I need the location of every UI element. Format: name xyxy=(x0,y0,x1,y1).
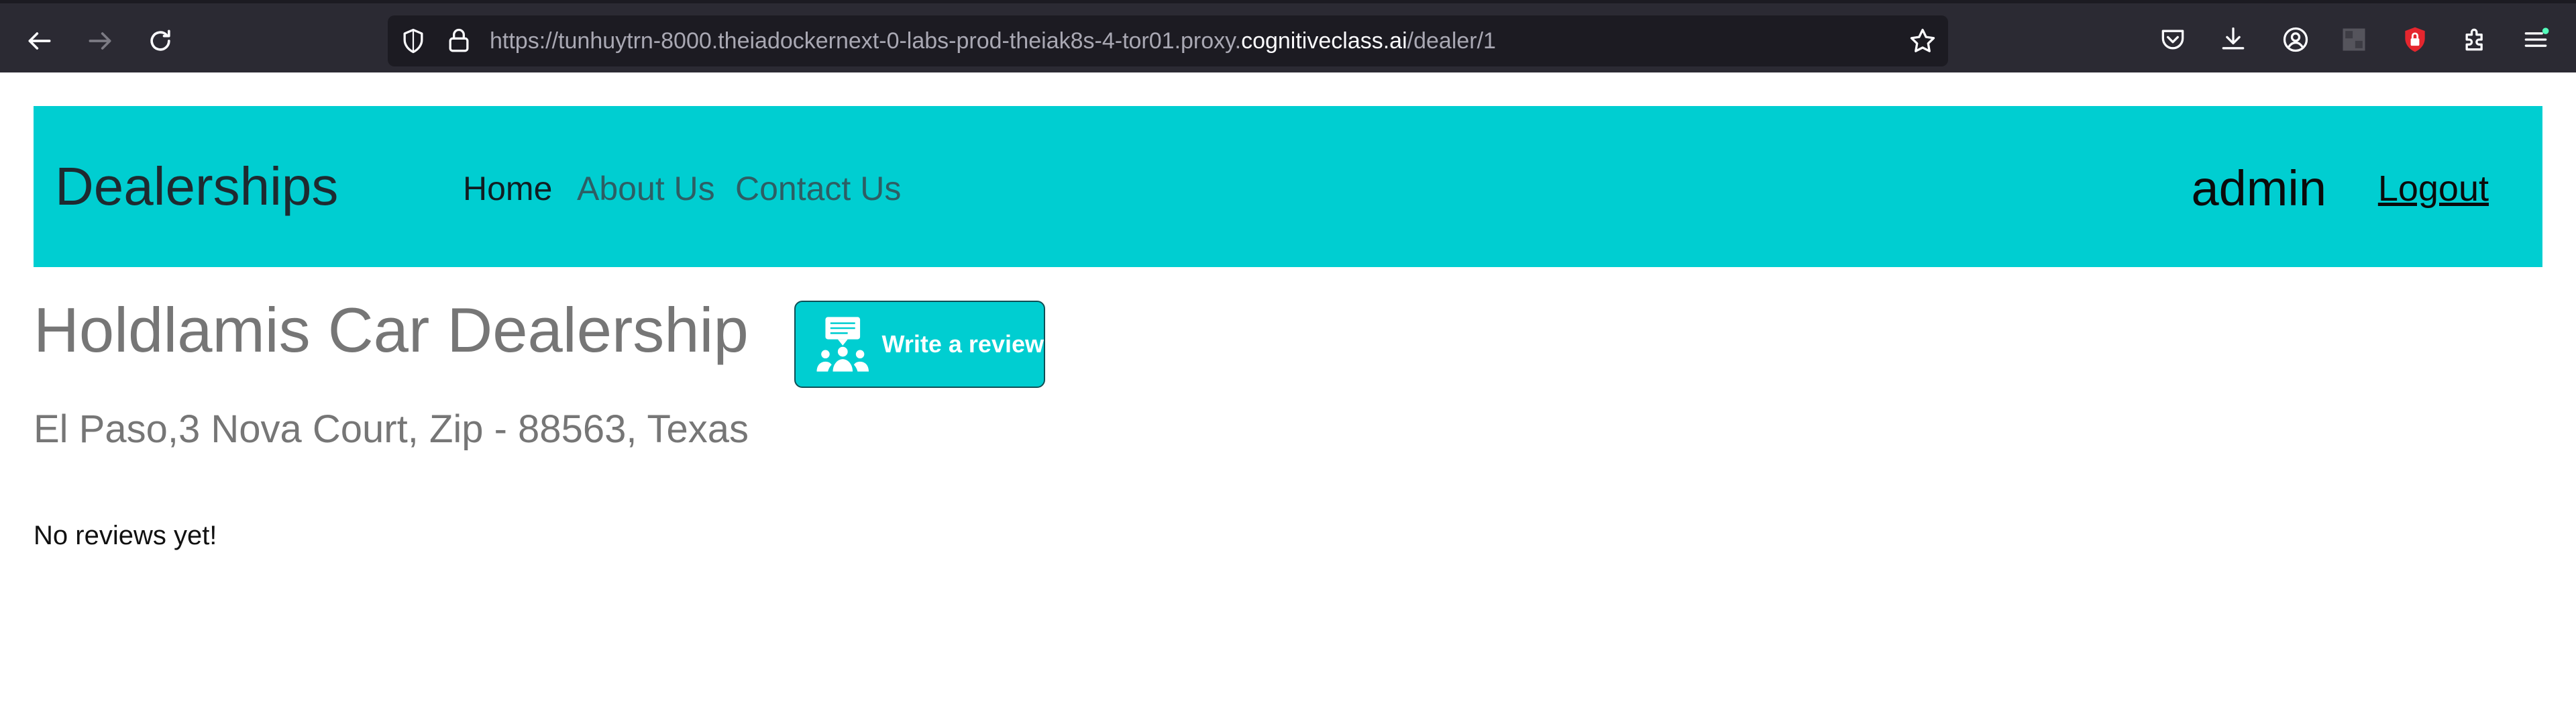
write-review-label: Write a review xyxy=(881,330,1044,358)
nav-link-contact[interactable]: Contact Us xyxy=(735,106,901,267)
dealer-name-heading: Holdlamis Car Dealership xyxy=(34,295,749,365)
url-prefix: https://tunhuytrn-8000.theiadockernext-0… xyxy=(490,28,1242,54)
forward-icon xyxy=(89,32,111,50)
url-text[interactable]: https://tunhuytrn-8000.theiadockernext-0… xyxy=(490,15,1496,66)
username-label: admin xyxy=(2191,160,2326,216)
lock-icon[interactable] xyxy=(444,26,474,56)
app-menu-button[interactable] xyxy=(2520,23,2552,56)
extension-red-icon xyxy=(2405,27,2425,52)
nav-link-home[interactable]: Home xyxy=(463,106,552,267)
extension-red-button[interactable] xyxy=(2399,23,2431,56)
extensions-button[interactable] xyxy=(2459,23,2491,56)
pocket-icon xyxy=(2161,30,2184,50)
url-host: cognitiveclass.ai xyxy=(1241,28,1407,54)
download-icon xyxy=(2222,27,2245,50)
extensions-icon xyxy=(2465,28,2483,51)
bookmark-star-icon[interactable] xyxy=(1908,26,1937,56)
reload-icon xyxy=(150,30,170,51)
extension-sq-button[interactable] xyxy=(2338,23,2370,56)
menu-icon xyxy=(2524,28,2549,47)
no-reviews-text: No reviews yet! xyxy=(34,521,217,550)
account-button[interactable] xyxy=(2279,23,2312,56)
pocket-button[interactable] xyxy=(2157,23,2189,56)
browser-toolbar: https://tunhuytrn-8000.theiadockernext-0… xyxy=(0,0,2576,72)
reload-button[interactable] xyxy=(137,19,184,62)
address-bar[interactable]: https://tunhuytrn-8000.theiadockernext-0… xyxy=(388,15,1948,66)
nav-link-about[interactable]: About Us xyxy=(577,106,715,267)
back-button[interactable] xyxy=(16,19,63,62)
review-people-icon xyxy=(816,317,869,372)
write-review-button[interactable]: Write a review xyxy=(794,301,1045,388)
account-icon xyxy=(2283,27,2308,52)
dealer-address: El Paso,3 Nova Court, Zip - 88563, Texas xyxy=(34,407,749,451)
shield-icon[interactable] xyxy=(398,26,428,56)
site-navbar: Dealerships Home About Us Contact Us adm… xyxy=(34,106,2542,267)
brand-link[interactable]: Dealerships xyxy=(55,106,338,267)
forward-button[interactable] xyxy=(76,19,123,62)
extension-sq-icon xyxy=(2343,28,2365,51)
logout-link[interactable]: Logout xyxy=(2378,106,2489,267)
back-icon xyxy=(28,32,51,50)
downloads-button[interactable] xyxy=(2217,23,2249,56)
url-path: /dealer/1 xyxy=(1407,28,1496,54)
